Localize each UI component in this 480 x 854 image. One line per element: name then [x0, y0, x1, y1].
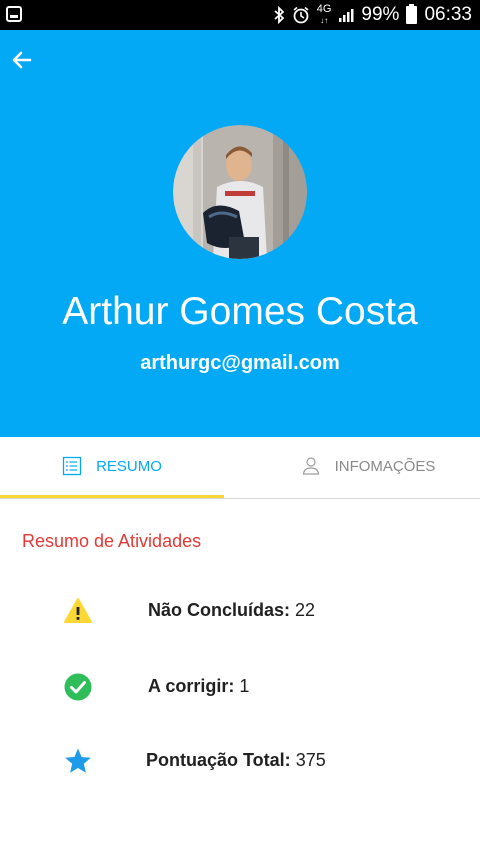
tab-resumo-label: RESUMO — [96, 457, 162, 475]
screenshot-notification-icon — [6, 6, 22, 22]
person-icon — [302, 457, 319, 475]
tab-bar: RESUMO INFOMAÇÕES — [0, 437, 480, 499]
network-type: 4G ↓↑ — [316, 3, 332, 26]
bluetooth-icon — [274, 6, 285, 24]
check-circle-icon — [64, 673, 92, 701]
battery-level: 99% — [361, 4, 400, 25]
tab-resumo[interactable]: RESUMO — [0, 437, 224, 498]
stat-label: A corrigir: — [148, 676, 235, 696]
alarm-icon — [293, 6, 309, 24]
stat-value: 22 — [295, 600, 316, 620]
stat-label: Pontuação Total: — [146, 750, 291, 770]
star-icon — [65, 748, 91, 773]
user-email: arthurgc@gmail.com — [140, 352, 340, 374]
profile-header: Arthur Gomes Costa arthurgc@gmail.com — [0, 30, 480, 437]
battery-icon — [406, 4, 418, 24]
avatar — [173, 125, 307, 259]
clock: 06:33 — [424, 4, 472, 25]
status-bar: 4G ↓↑ 99% 06:33 — [0, 0, 480, 30]
warning-icon — [64, 598, 92, 623]
list-icon — [62, 456, 82, 476]
stat-value: 1 — [239, 676, 250, 696]
tab-informacoes[interactable]: INFOMAÇÕES — [256, 437, 480, 495]
arrow-left-icon[interactable] — [8, 46, 36, 74]
stat-value: 375 — [295, 750, 326, 770]
stat-row-a-corrigir: A corrigir: 1 — [0, 666, 480, 706]
user-name: Arthur Gomes Costa — [62, 290, 418, 333]
stat-row-nao-concluidas: Não Concluídas: 22 — [0, 590, 480, 630]
stat-row-pontuacao-total: Pontuação Total: 375 — [0, 740, 480, 780]
section-title: Resumo de Atividades — [22, 531, 202, 551]
tab-informacoes-label: INFOMAÇÕES — [334, 457, 436, 475]
stat-label: Não Concluídas: — [148, 600, 291, 620]
signal-icon — [339, 9, 354, 22]
